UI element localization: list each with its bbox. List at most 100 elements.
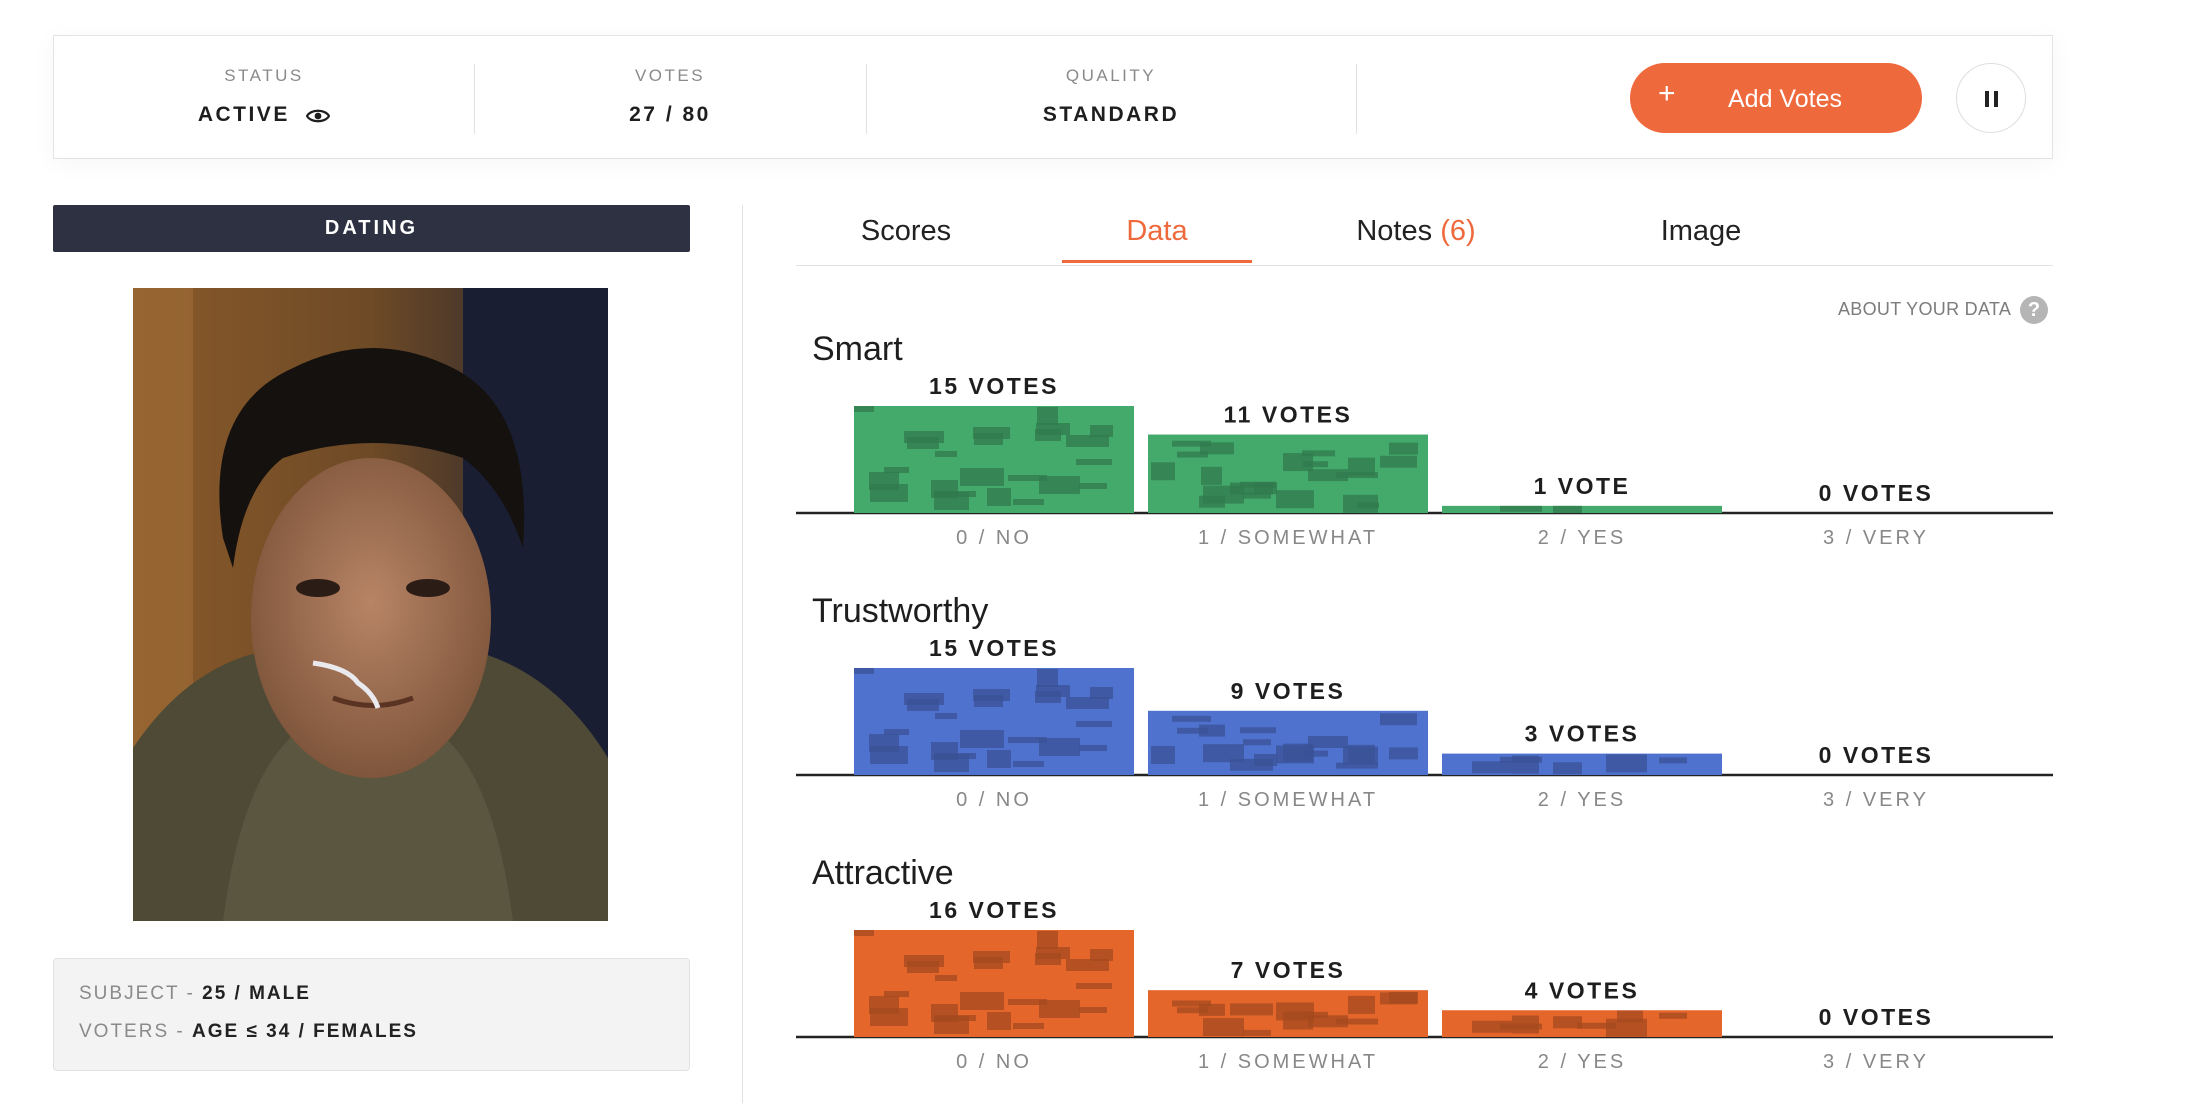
vote-cell bbox=[1008, 737, 1047, 743]
chart-trustworthy: Trustworthy 15 VOTES 0 / NO 9 VOTES 1 / SOM… bbox=[796, 592, 2053, 832]
category-tick-label: 1 / SOMEWHAT bbox=[1198, 1051, 1378, 1073]
tab-notes[interactable]: Notes (6) bbox=[1316, 215, 1516, 248]
voters-value: AGE ≤ 34 / FEMALES bbox=[192, 1021, 418, 1042]
vote-cell bbox=[1302, 450, 1335, 457]
vote-cell bbox=[1389, 442, 1418, 455]
vote-cell bbox=[934, 754, 969, 772]
vote-cell bbox=[1013, 761, 1044, 767]
vote-cell bbox=[1076, 459, 1112, 465]
vote-cell bbox=[884, 991, 909, 997]
notes-count-badge: (6) bbox=[1440, 215, 1476, 247]
vote-cell bbox=[904, 693, 944, 705]
votes-value: 27 / 80 bbox=[629, 103, 711, 126]
bar-value-label: 0 VOTES bbox=[1819, 742, 1934, 768]
vote-cell bbox=[1079, 483, 1107, 489]
vote-cell bbox=[1079, 1007, 1107, 1013]
voters-line: VOTERS - AGE ≤ 34 / FEMALES bbox=[79, 1021, 418, 1042]
vote-cell bbox=[1199, 495, 1225, 508]
vote-cell bbox=[1230, 1003, 1273, 1016]
vote-cell bbox=[960, 730, 1004, 748]
vote-cell bbox=[870, 1008, 908, 1026]
vote-cell bbox=[854, 406, 874, 412]
vote-cell bbox=[1090, 687, 1113, 699]
chart-svg: 15 VOTES 0 / NO 9 VOTES 1 / SOMEWHAT 3 VOTES… bbox=[796, 635, 2053, 811]
vote-cell bbox=[1200, 442, 1234, 455]
vote-cell bbox=[1079, 745, 1107, 751]
category-tick-label: 0 / NO bbox=[956, 527, 1032, 549]
vote-cell bbox=[1151, 462, 1175, 481]
bar-value-label: 15 VOTES bbox=[929, 373, 1059, 399]
category-tick-label: 0 / NO bbox=[956, 1051, 1032, 1073]
plus-icon: + bbox=[1658, 77, 1676, 110]
vote-cell bbox=[1037, 931, 1058, 949]
vote-cell bbox=[1243, 739, 1271, 746]
vote-cell bbox=[1203, 1018, 1244, 1037]
tab-data[interactable]: Data bbox=[1062, 215, 1252, 248]
status-label: STATUS bbox=[224, 66, 304, 85]
vote-cell bbox=[935, 975, 957, 981]
subject-label: SUBJECT bbox=[79, 983, 180, 1004]
voters-label: VOTERS bbox=[79, 1021, 170, 1042]
vote-cell bbox=[1303, 750, 1328, 757]
vote-cell bbox=[1472, 761, 1512, 774]
quality-value: STANDARD bbox=[1042, 103, 1180, 126]
vote-cell bbox=[1037, 407, 1058, 425]
vote-cell bbox=[1090, 949, 1113, 961]
chart-smart: Smart 15 VOTES 0 / NO 11 VOTES 1 / SOMEWHAT… bbox=[796, 330, 2053, 570]
tab-scores[interactable]: Scores bbox=[846, 215, 966, 248]
vote-cell bbox=[1008, 475, 1047, 481]
bar-value-label: 1 VOTE bbox=[1534, 473, 1631, 499]
add-votes-button[interactable]: + Add Votes bbox=[1630, 63, 1922, 133]
chart-attractive: Attractive 16 VOTES 0 / NO 7 VOTES 1 / SOME… bbox=[796, 854, 2053, 1094]
bar-value-label: 9 VOTES bbox=[1231, 678, 1346, 704]
vote-cell bbox=[1203, 744, 1244, 763]
vote-cell bbox=[1076, 721, 1112, 727]
vote-cell bbox=[854, 668, 874, 674]
tab-bar: Scores Data Notes (6) Image bbox=[796, 205, 2053, 266]
vote-cell bbox=[904, 431, 944, 443]
vote-cell bbox=[1151, 746, 1175, 764]
vote-cell bbox=[1659, 757, 1687, 764]
votes-label: VOTES bbox=[634, 66, 706, 85]
vote-cell bbox=[1512, 1015, 1539, 1034]
vote-cell bbox=[1243, 1029, 1271, 1036]
pause-button[interactable] bbox=[1956, 63, 2026, 133]
vote-cell bbox=[960, 468, 1004, 486]
vote-cell bbox=[935, 451, 957, 457]
category-banner: DATING bbox=[53, 205, 690, 252]
vote-cell bbox=[1659, 1012, 1687, 1019]
category-tick-label: 1 / SOMEWHAT bbox=[1198, 527, 1378, 549]
subject-value: 25 / MALE bbox=[202, 983, 311, 1004]
bar-value-label: 0 VOTES bbox=[1819, 480, 1934, 506]
vote-cell bbox=[1380, 992, 1417, 1005]
category-tick-label: 2 / YES bbox=[1538, 789, 1626, 811]
vote-cell bbox=[1254, 482, 1277, 495]
vote-cell bbox=[1343, 746, 1378, 765]
bar-value-label: 4 VOTES bbox=[1525, 977, 1640, 1003]
vote-cell bbox=[884, 467, 909, 473]
vote-cell bbox=[1617, 1010, 1643, 1023]
vote-cell bbox=[884, 729, 909, 735]
help-icon[interactable]: ? bbox=[2020, 296, 2048, 324]
vote-cell bbox=[1389, 747, 1418, 760]
vote-cell bbox=[973, 427, 1010, 439]
pause-icon-bar bbox=[1994, 91, 1998, 107]
category-tick-label: 0 / NO bbox=[956, 789, 1032, 811]
bar-value-label: 7 VOTES bbox=[1231, 957, 1346, 983]
status-value-wrap: ACTIVE bbox=[54, 103, 474, 127]
subject-info-panel: SUBJECT - 25 / MALE VOTERS - AGE ≤ 34 / … bbox=[53, 958, 690, 1071]
tab-image[interactable]: Image bbox=[1636, 215, 1766, 248]
vote-cell bbox=[1303, 461, 1328, 468]
category-tick-label: 1 / SOMEWHAT bbox=[1198, 789, 1378, 811]
vote-cell bbox=[1380, 455, 1417, 468]
photo-illustration bbox=[133, 288, 608, 921]
category-tick-label: 3 / VERY bbox=[1823, 789, 1929, 811]
subject-line: SUBJECT - 25 / MALE bbox=[79, 983, 311, 1004]
subject-photo bbox=[133, 288, 608, 921]
bar-value-label: 11 VOTES bbox=[1224, 402, 1353, 428]
vote-cell bbox=[870, 746, 908, 764]
about-your-data-link[interactable]: ABOUT YOUR DATA bbox=[1838, 299, 2011, 320]
category-tick-label: 2 / YES bbox=[1538, 1051, 1626, 1073]
vote-cell bbox=[1577, 1022, 1616, 1029]
vote-cell bbox=[934, 492, 969, 510]
